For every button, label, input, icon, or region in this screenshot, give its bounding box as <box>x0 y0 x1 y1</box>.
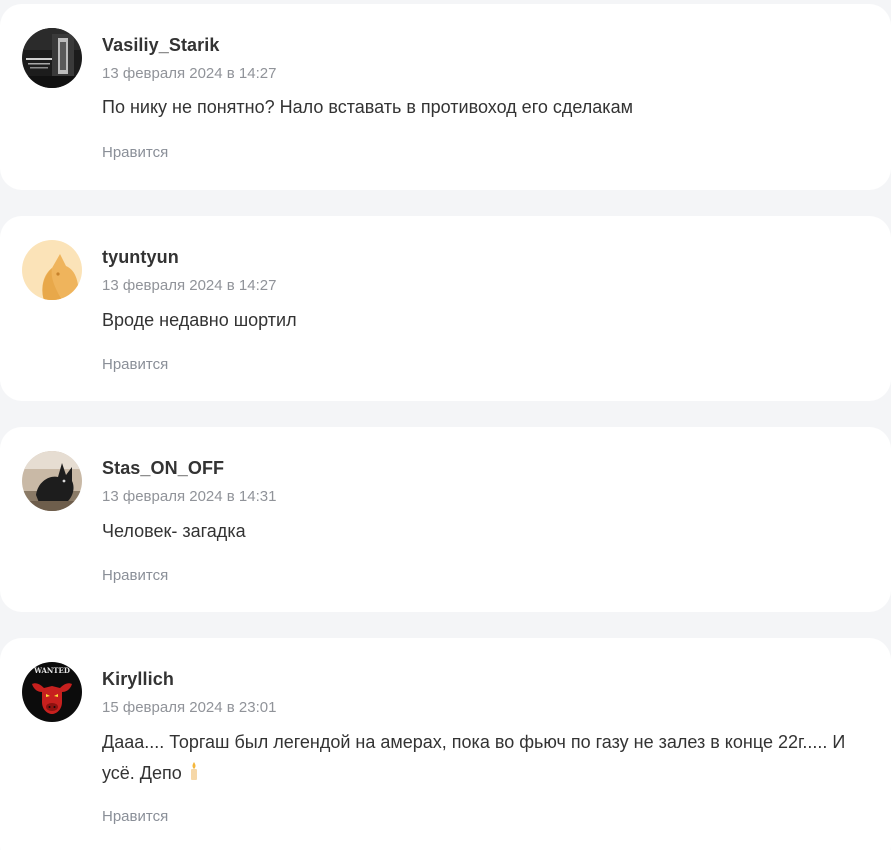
user-avatar[interactable] <box>22 451 82 511</box>
user-avatar[interactable]: WANTED <box>22 662 82 722</box>
comment-text: Вроде недавно шортил <box>102 310 297 330</box>
like-button[interactable]: Нравится <box>102 356 168 373</box>
comments-feed: Vasiliy_Starik 13 февраля 2024 в 14:27 П… <box>0 0 891 850</box>
candle-emoji-icon <box>188 760 200 791</box>
comment-date: 13 февраля 2024 в 14:27 <box>102 277 277 294</box>
comment-date: 13 февраля 2024 в 14:27 <box>102 65 277 82</box>
comment-text: Дааа.... Торгаш был легендой на амерах, … <box>102 727 873 791</box>
comment-card: tyuntyun 13 февраля 2024 в 14:27 Вроде н… <box>0 216 891 401</box>
comment-text: Человек- загадка <box>102 521 246 541</box>
avatar-wanted-text: WANTED <box>33 666 70 675</box>
comment-author[interactable]: Stas_ON_OFF <box>102 458 224 479</box>
comment-text: По нику не понятно? Нало вставать в прот… <box>102 97 633 117</box>
comment-author[interactable]: Kiryllich <box>102 669 174 690</box>
comment-author[interactable]: tyuntyun <box>102 247 179 268</box>
photo-avatar-dark-icon <box>22 28 82 88</box>
comment-date: 15 февраля 2024 в 23:01 <box>102 699 277 716</box>
photo-avatar-cat-icon <box>22 451 82 511</box>
user-avatar[interactable] <box>22 240 82 300</box>
wanted-bull-avatar-icon: WANTED <box>22 662 82 722</box>
comment-text-content: Дааа.... Торгаш был легендой на амерах, … <box>102 732 846 783</box>
user-avatar[interactable] <box>22 28 82 88</box>
cat-avatar-icon <box>22 240 82 300</box>
comment-card: Vasiliy_Starik 13 февраля 2024 в 14:27 П… <box>0 4 891 190</box>
comment-card: Stas_ON_OFF 13 февраля 2024 в 14:31 Чело… <box>0 427 891 612</box>
comment-author[interactable]: Vasiliy_Starik <box>102 35 220 56</box>
comment-card: WANTED Kiryllich 15 февраля 2024 в 23:01… <box>0 638 891 850</box>
like-button[interactable]: Нравится <box>102 808 168 825</box>
like-button[interactable]: Нравится <box>102 567 168 584</box>
comment-date: 13 февраля 2024 в 14:31 <box>102 488 277 505</box>
like-button[interactable]: Нравится <box>102 144 168 161</box>
